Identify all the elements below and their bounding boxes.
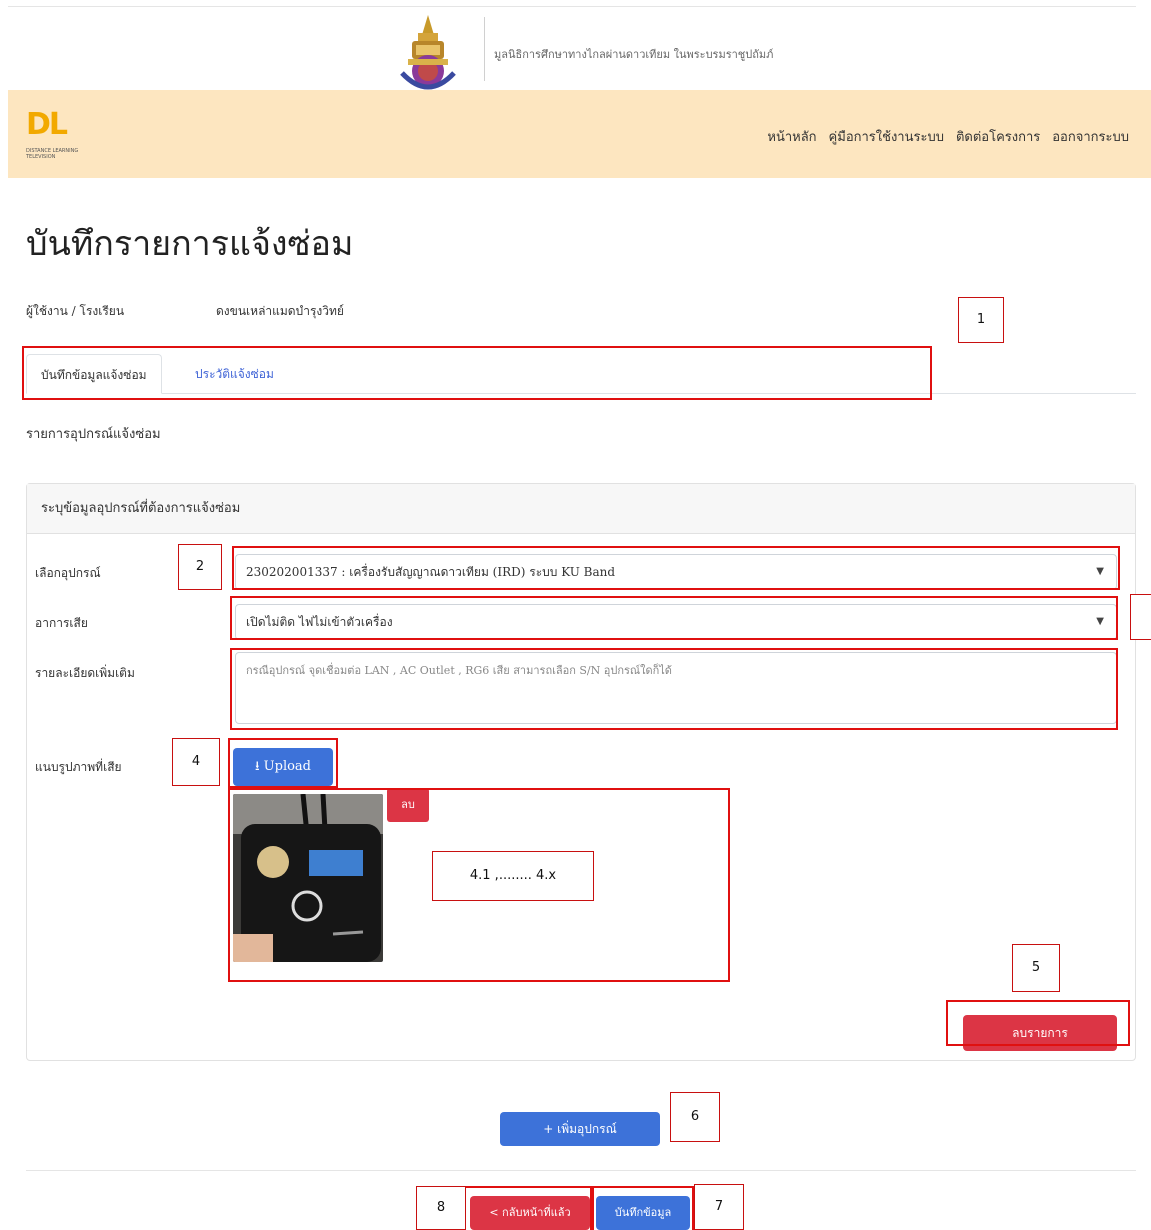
annotation-box-2 [232, 546, 1120, 590]
user-label: ผู้ใช้งาน / โรงเรียน [26, 304, 125, 318]
logo-text: DL [26, 107, 68, 142]
annotation-box-4 [228, 738, 338, 788]
logo-subtext: DISTANCE LEARNING TELEVISION [26, 148, 79, 160]
symptom-label: อาการเสีย [35, 616, 88, 630]
nav-link-logout[interactable]: ออกจากระบบ [1052, 126, 1129, 147]
detail-label: รายละเอียดเพิ่มเติม [35, 666, 135, 680]
annotation-label-4: 4 [172, 738, 220, 786]
annotation-label-1: 1 [958, 297, 1004, 343]
annotation-box-3 [230, 596, 1118, 640]
user-value: ดงขนเหล่าแมดบำรุงวิทย์ [216, 304, 344, 318]
annotation-box-5 [946, 1000, 1130, 1046]
annotation-label-7: 7 [694, 1184, 744, 1230]
header-divider [484, 17, 485, 81]
annotation-box-detail [230, 648, 1118, 730]
nav-links: หน้าหลัก คู่มือการใช้งานระบบ ติดต่อโครงก… [767, 126, 1129, 147]
dltv-logo[interactable]: DL DISTANCE LEARNING TELEVISION [26, 108, 98, 164]
nav-link-home[interactable]: หน้าหลัก [767, 126, 816, 147]
annotation-label-2: 2 [178, 544, 222, 590]
foundation-seal-icon [400, 15, 456, 90]
annotation-label-3 [1130, 594, 1151, 640]
photo-label: แนบรูปภาพที่เสีย [35, 760, 122, 774]
annotation-box-7 [592, 1186, 694, 1230]
annotation-label-4-1: 4.1 ,........ 4.x [432, 851, 594, 901]
annotation-box-1 [22, 346, 932, 400]
annotation-label-5: 5 [1012, 944, 1060, 992]
annotation-label-6: 6 [670, 1092, 720, 1142]
top-header: มูลนิธิการศึกษาทางไกลผ่านดาวเทียม ในพระบ… [8, 6, 1136, 90]
foundation-name: มูลนิธิการศึกษาทางไกลผ่านดาวเทียม ในพระบ… [494, 48, 774, 61]
annotation-box-8 [462, 1186, 592, 1230]
nav-link-contact[interactable]: ติดต่อโครงการ [956, 126, 1040, 147]
navbar: DL DISTANCE LEARNING TELEVISION หน้าหลัก… [8, 90, 1151, 178]
bottom-divider [26, 1170, 1136, 1171]
page-title: บันทึกรายการแจ้งซ่อม [26, 224, 354, 264]
section-label: รายการอุปกรณ์แจ้งซ่อม [26, 427, 161, 442]
card-header: ระบุข้อมูลอุปกรณ์ที่ต้องการแจ้งซ่อม [27, 484, 1135, 534]
annotation-label-8: 8 [416, 1186, 466, 1230]
add-device-button[interactable]: + เพิ่มอุปกรณ์ [500, 1112, 660, 1146]
nav-link-manual[interactable]: คู่มือการใช้งานระบบ [829, 126, 944, 147]
device-label: เลือกอุปกรณ์ [35, 566, 101, 580]
